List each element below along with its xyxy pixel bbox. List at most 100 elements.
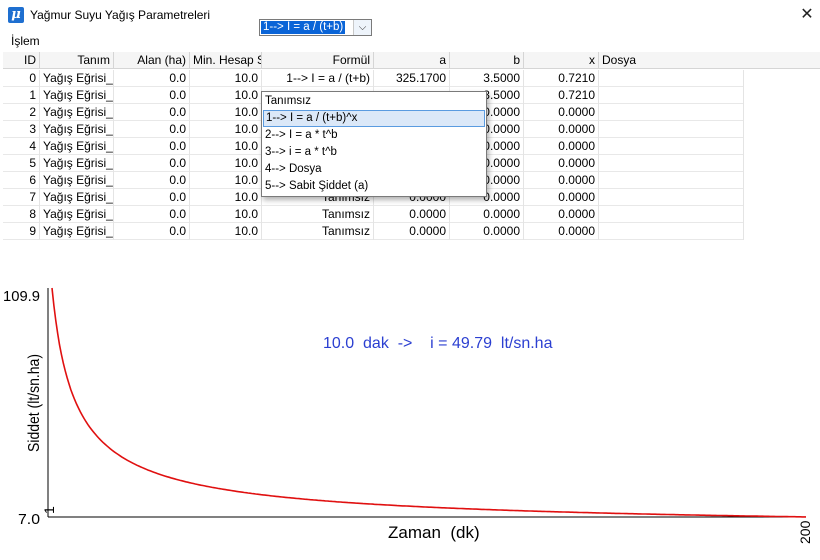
- row-id[interactable]: 5: [3, 155, 40, 172]
- row-a[interactable]: 325.1700: [374, 70, 450, 87]
- row-alan[interactable]: 0.0: [114, 155, 190, 172]
- row-a[interactable]: 0.0000: [374, 223, 450, 240]
- column-header-id[interactable]: ID: [3, 52, 40, 69]
- row-alan[interactable]: 0.0: [114, 172, 190, 189]
- y-tick-label-min: 7.0: [18, 511, 40, 528]
- row-alan[interactable]: 0.0: [114, 87, 190, 104]
- column-header-dosya[interactable]: Dosya: [599, 52, 820, 69]
- row-dosya[interactable]: [599, 138, 744, 155]
- formula-combobox[interactable]: 1--> I = a / (t+b) ⌵: [259, 19, 372, 36]
- row-x[interactable]: 0.7210: [524, 70, 599, 87]
- row-id[interactable]: 4: [3, 138, 40, 155]
- row-id[interactable]: 7: [3, 189, 40, 206]
- row-id[interactable]: 8: [3, 206, 40, 223]
- row-alan[interactable]: 0.0: [114, 223, 190, 240]
- dropdown-option[interactable]: Tanımsız: [263, 93, 485, 110]
- table-row[interactable]: 9 Yağış Eğrisi_9 0.0 10.0 Tanımsız 0.0000 0.00…: [3, 223, 744, 240]
- menu-item-islem[interactable]: İşlem: [11, 34, 40, 48]
- row-x[interactable]: 0.0000: [524, 189, 599, 206]
- row-x[interactable]: 0.0000: [524, 223, 599, 240]
- row-min-hesap[interactable]: 10.0: [190, 223, 262, 240]
- row-dosya[interactable]: [599, 155, 744, 172]
- row-b[interactable]: 3.5000: [450, 70, 524, 87]
- row-min-hesap[interactable]: 10.0: [190, 104, 262, 121]
- table-row[interactable]: 0 Yağış Eğrisi_0 0.0 10.0 1--> I = a / (t+b)…: [3, 70, 744, 87]
- row-b[interactable]: 0.0000: [450, 206, 524, 223]
- row-id[interactable]: 1: [3, 87, 40, 104]
- row-dosya[interactable]: [599, 70, 744, 87]
- row-id[interactable]: 2: [3, 104, 40, 121]
- row-x[interactable]: 0.0000: [524, 104, 599, 121]
- intensity-curve: [51, 287, 806, 518]
- row-tanim[interactable]: Yağış Eğrisi_5: [40, 155, 114, 172]
- row-dosya[interactable]: [599, 87, 744, 104]
- row-x[interactable]: 0.0000: [524, 121, 599, 138]
- row-x[interactable]: 0.0000: [524, 206, 599, 223]
- column-header-a[interactable]: a: [374, 52, 450, 69]
- row-formul[interactable]: Tanımsız: [262, 206, 374, 223]
- row-min-hesap[interactable]: 10.0: [190, 87, 262, 104]
- dropdown-option[interactable]: 5--> Sabit Şiddet (a): [263, 178, 485, 195]
- row-min-hesap[interactable]: 10.0: [190, 206, 262, 223]
- row-tanim[interactable]: Yağış Eğrisi_0: [40, 70, 114, 87]
- row-alan[interactable]: 0.0: [114, 104, 190, 121]
- row-x[interactable]: 0.7210: [524, 87, 599, 104]
- dropdown-option[interactable]: 2--> I = a * t^b: [263, 127, 485, 144]
- row-min-hesap[interactable]: 10.0: [190, 121, 262, 138]
- column-header-tanim[interactable]: Tanım: [40, 52, 114, 69]
- column-header-alan[interactable]: Alan (ha): [114, 52, 190, 69]
- row-min-hesap[interactable]: 10.0: [190, 138, 262, 155]
- column-header-b[interactable]: b: [450, 52, 524, 69]
- row-x[interactable]: 0.0000: [524, 172, 599, 189]
- row-tanim[interactable]: Yağış Eğrisi_1: [40, 87, 114, 104]
- row-tanim[interactable]: Yağış Eğrisi_3: [40, 121, 114, 138]
- row-id[interactable]: 0: [3, 70, 40, 87]
- row-alan[interactable]: 0.0: [114, 206, 190, 223]
- row-alan[interactable]: 0.0: [114, 121, 190, 138]
- row-formul[interactable]: 1--> I = a / (t+b): [262, 70, 374, 87]
- intensity-chart: 109.9 7.0 1 200 Zaman (dk) Siddet (lt/sn…: [3, 287, 813, 544]
- dropdown-option[interactable]: 4--> Dosya: [263, 161, 485, 178]
- row-tanim[interactable]: Yağış Eğrisi_8: [40, 206, 114, 223]
- row-tanim[interactable]: Yağış Eğrisi_9: [40, 223, 114, 240]
- x-tick-label-max: 200: [797, 520, 813, 544]
- row-tanim[interactable]: Yağış Eğrisi_4: [40, 138, 114, 155]
- column-header-min-hesap[interactable]: Min. Hesap Sü: [190, 52, 262, 69]
- row-min-hesap[interactable]: 10.0: [190, 189, 262, 206]
- row-id[interactable]: 6: [3, 172, 40, 189]
- row-tanim[interactable]: Yağış Eğrisi_7: [40, 189, 114, 206]
- close-button[interactable]: ✕: [794, 0, 820, 30]
- row-tanim[interactable]: Yağış Eğrisi_2: [40, 104, 114, 121]
- row-dosya[interactable]: [599, 172, 744, 189]
- row-dosya[interactable]: [599, 189, 744, 206]
- row-a[interactable]: 0.0000: [374, 206, 450, 223]
- row-id[interactable]: 3: [3, 121, 40, 138]
- row-x[interactable]: 0.0000: [524, 155, 599, 172]
- row-dosya[interactable]: [599, 206, 744, 223]
- app-logo-icon: μ: [8, 7, 24, 23]
- row-min-hesap[interactable]: 10.0: [190, 155, 262, 172]
- row-dosya[interactable]: [599, 223, 744, 240]
- row-x[interactable]: 0.0000: [524, 138, 599, 155]
- row-id[interactable]: 9: [3, 223, 40, 240]
- row-min-hesap[interactable]: 10.0: [190, 172, 262, 189]
- column-header-formul[interactable]: Formül: [262, 52, 374, 69]
- row-min-hesap[interactable]: 10.0: [190, 70, 262, 87]
- row-b[interactable]: 0.0000: [450, 223, 524, 240]
- title-bar: μ Yağmur Suyu Yağış Parametreleri ✕: [0, 0, 820, 32]
- row-alan[interactable]: 0.0: [114, 138, 190, 155]
- column-header-x[interactable]: x: [524, 52, 599, 69]
- x-tick-label-min: 1: [41, 506, 57, 514]
- table-row[interactable]: 8 Yağış Eğrisi_8 0.0 10.0 Tanımsız 0.0000 0.00…: [3, 206, 744, 223]
- y-axis-label: Siddet (lt/sn.ha): [26, 354, 43, 452]
- row-tanim[interactable]: Yağış Eğrisi_6: [40, 172, 114, 189]
- row-dosya[interactable]: [599, 121, 744, 138]
- window-title: Yağmur Suyu Yağış Parametreleri: [30, 8, 211, 22]
- row-alan[interactable]: 0.0: [114, 70, 190, 87]
- row-formul[interactable]: Tanımsız: [262, 223, 374, 240]
- row-alan[interactable]: 0.0: [114, 189, 190, 206]
- chevron-down-icon[interactable]: ⌵: [353, 20, 371, 35]
- dropdown-option[interactable]: 3--> i = a * t^b: [263, 144, 485, 161]
- row-dosya[interactable]: [599, 104, 744, 121]
- dropdown-option[interactable]: 1--> I = a / (t+b)^x: [263, 110, 485, 127]
